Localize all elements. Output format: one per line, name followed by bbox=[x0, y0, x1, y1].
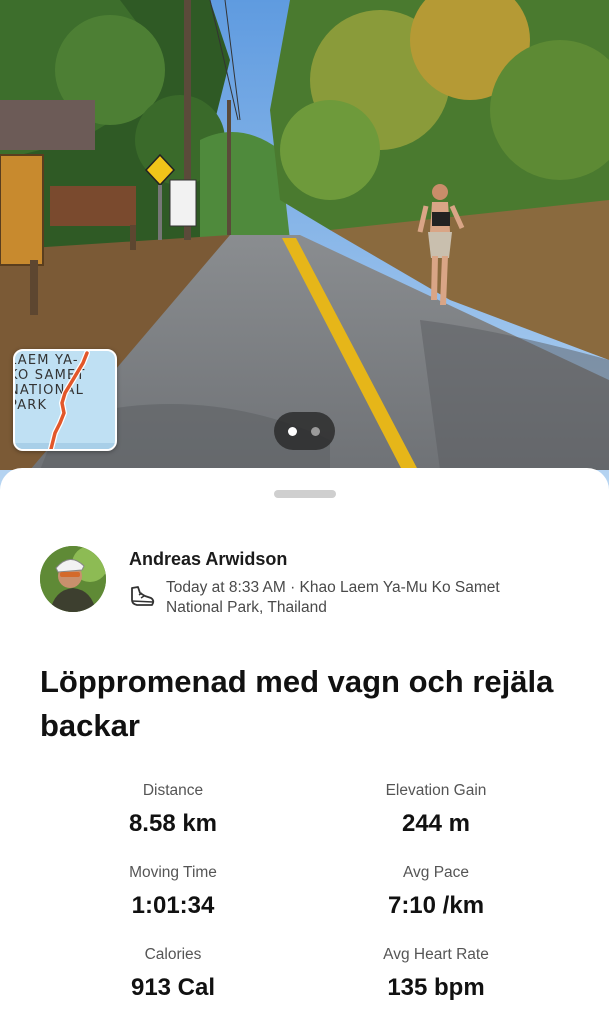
activity-meta: Today at 8:33 AM · Khao Laem Ya-Mu Ko Sa… bbox=[166, 579, 500, 616]
stat-moving-time: Moving Time 1:01:34 bbox=[53, 864, 293, 920]
stat-value: 244 m bbox=[401, 810, 471, 837]
route-line-icon bbox=[15, 351, 115, 449]
stat-label: Moving Time bbox=[129, 864, 217, 881]
stat-avg-heart-rate: Avg Heart Rate 135 bpm bbox=[316, 946, 556, 1002]
photo-pager[interactable] bbox=[274, 412, 335, 450]
pager-dot[interactable] bbox=[311, 427, 320, 436]
activity-photo[interactable]: LAEM YA- KO SAMET NATIONAL PARK bbox=[0, 0, 609, 500]
stat-label: Avg Pace bbox=[402, 864, 470, 881]
stat-label: Elevation Gain bbox=[385, 782, 487, 799]
route-minimap[interactable]: LAEM YA- KO SAMET NATIONAL PARK bbox=[13, 349, 117, 451]
stat-value: 135 bpm bbox=[387, 974, 485, 1001]
stat-value: 8.58 km bbox=[128, 810, 218, 837]
activity-details-sheet: Andreas Arwidson Today at 8:33 AM · Khao… bbox=[0, 468, 609, 1024]
stat-value: 1:01:34 bbox=[131, 892, 215, 919]
stat-value: 7:10 /km bbox=[387, 892, 485, 919]
stat-elevation-gain: Elevation Gain 244 m bbox=[316, 782, 556, 838]
pager-dot-active[interactable] bbox=[288, 427, 297, 436]
stat-avg-pace: Avg Pace 7:10 /km bbox=[316, 864, 556, 920]
avatar[interactable] bbox=[40, 546, 106, 612]
stat-label: Avg Heart Rate bbox=[383, 946, 489, 963]
stat-label: Distance bbox=[142, 782, 204, 799]
athlete-name[interactable]: Andreas Arwidson bbox=[129, 549, 287, 570]
run-shoe-icon bbox=[131, 586, 155, 606]
stat-value: 913 Cal bbox=[130, 974, 216, 1001]
stat-calories: Calories 913 Cal bbox=[53, 946, 293, 1002]
activity-title: Löppromenad med vagn och rejäla backar bbox=[40, 664, 554, 743]
stat-label: Calories bbox=[144, 946, 202, 963]
avatar-photo bbox=[40, 546, 106, 612]
stat-distance: Distance 8.58 km bbox=[53, 782, 293, 838]
sheet-grabber[interactable] bbox=[274, 490, 336, 498]
